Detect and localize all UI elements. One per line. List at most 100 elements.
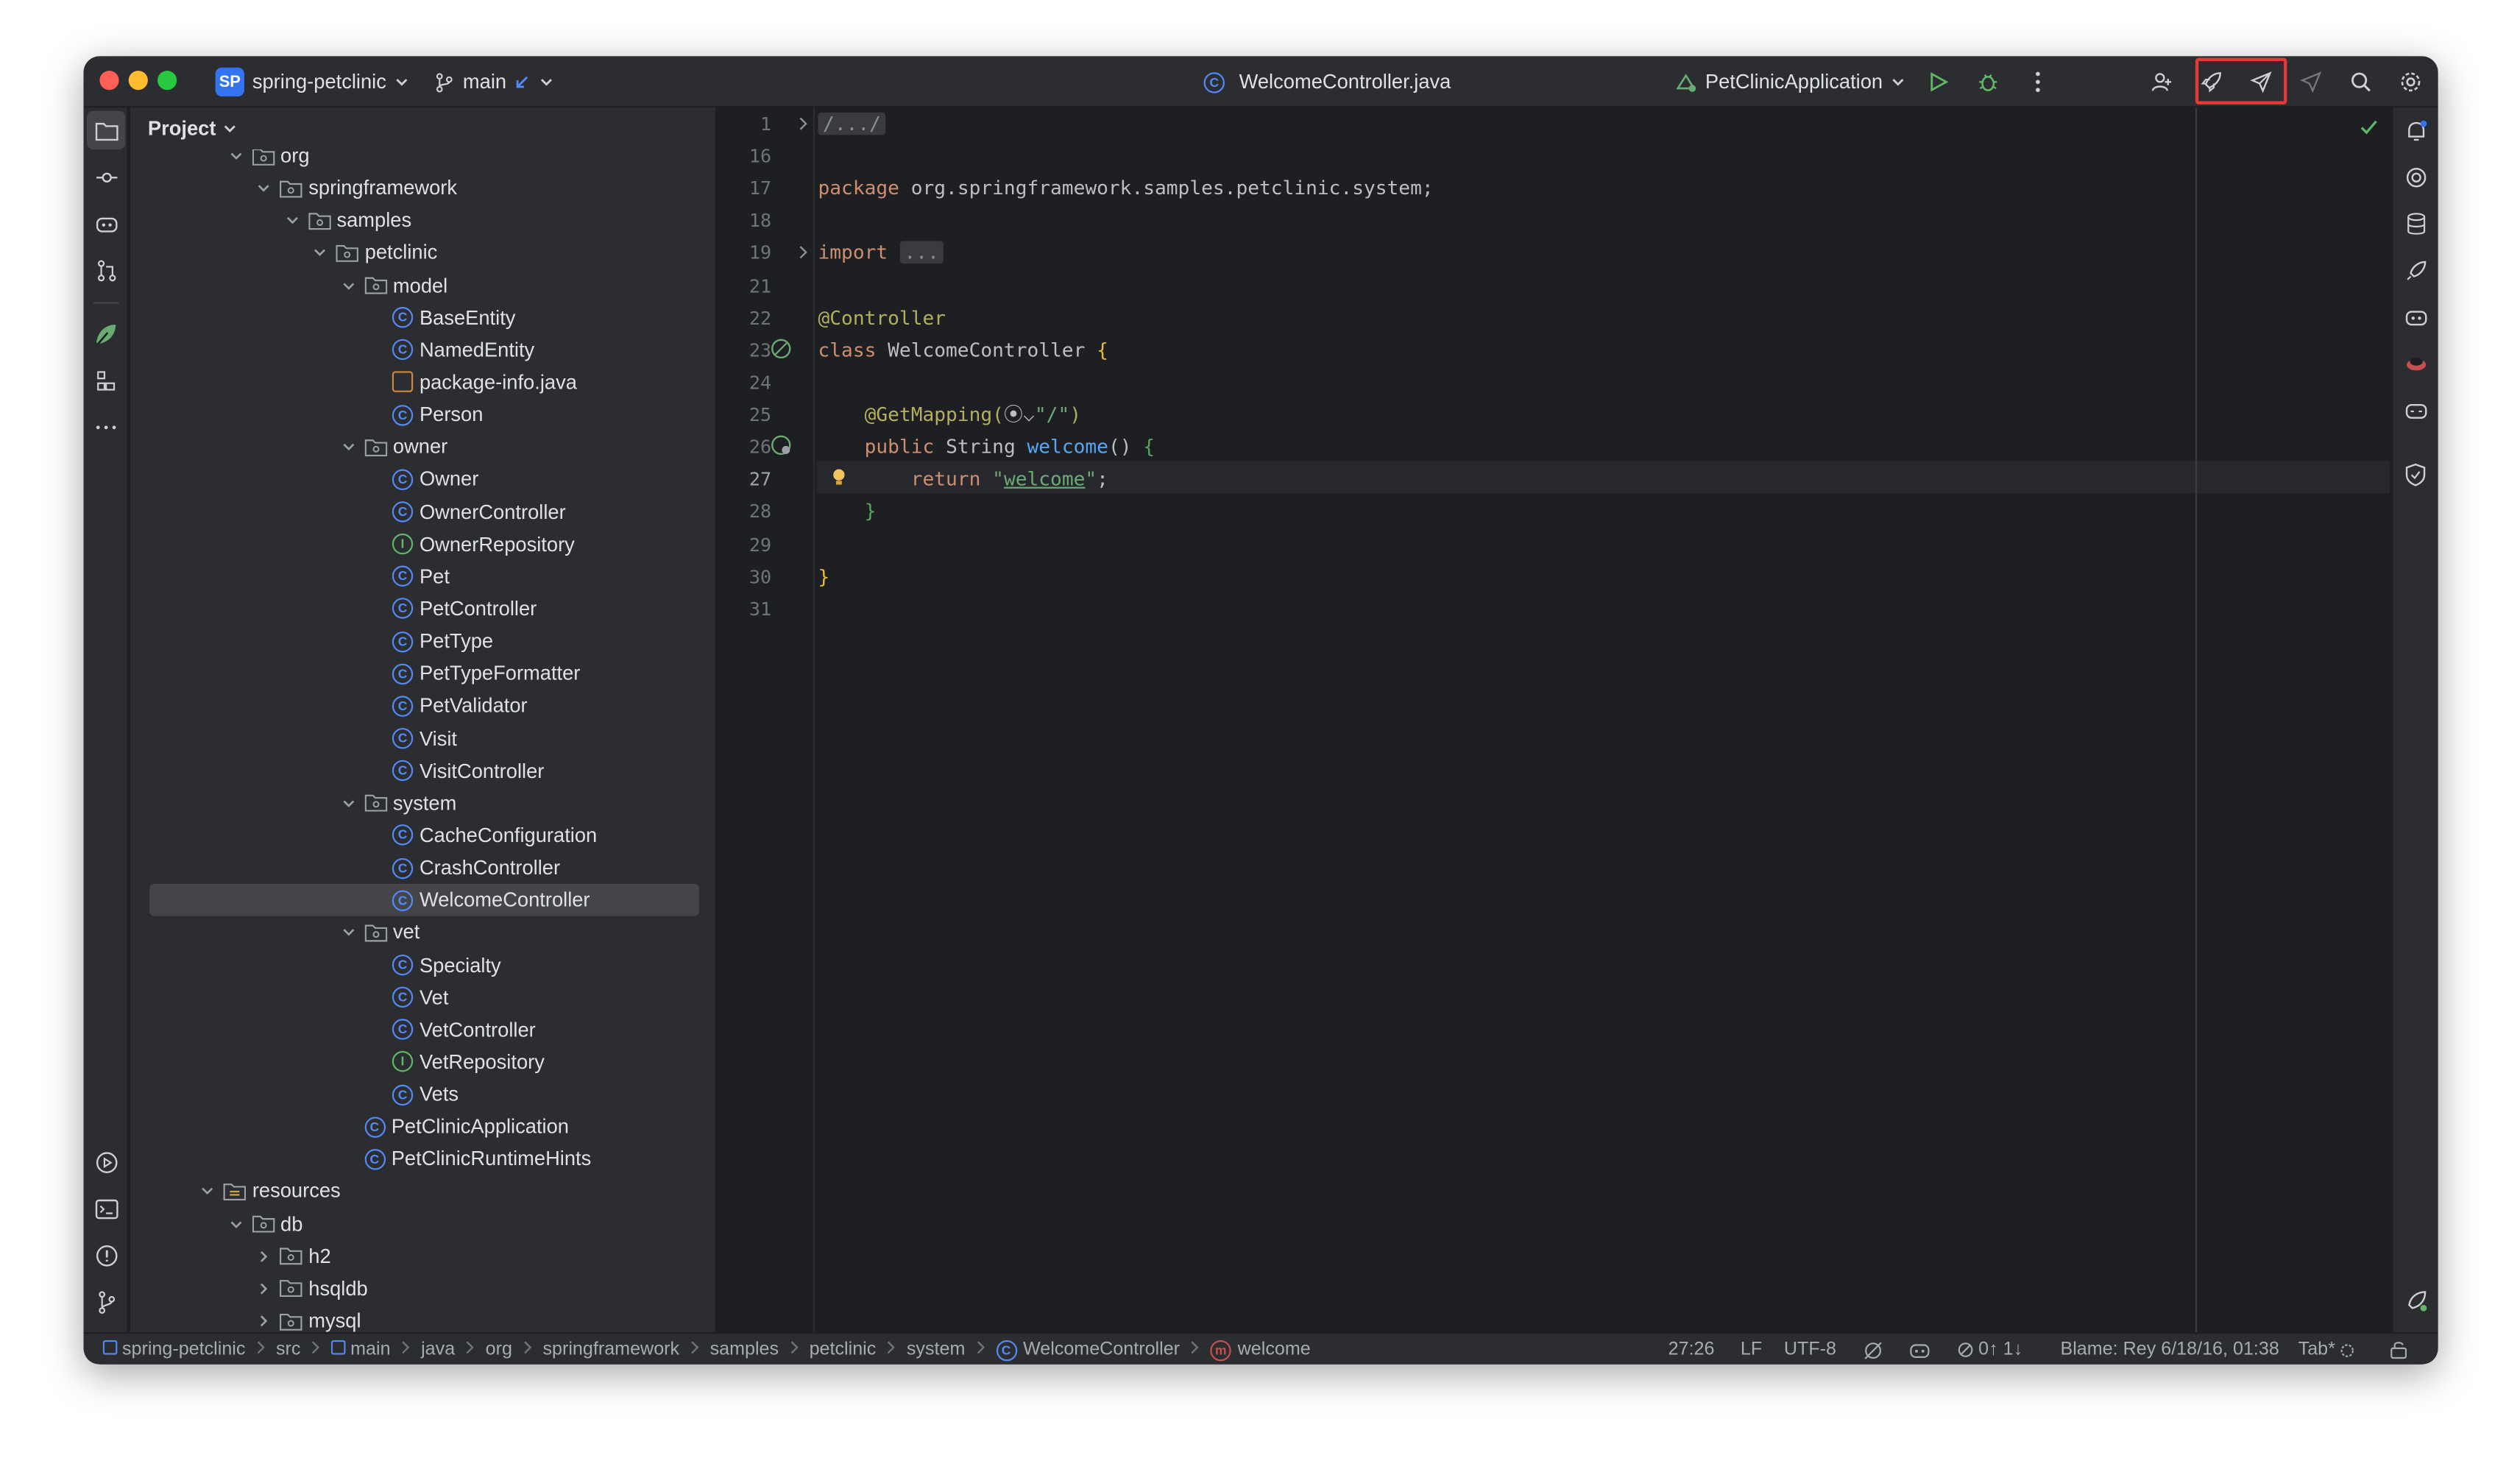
tree-folder[interactable]: petclinic <box>149 237 699 269</box>
pull-requests-tool-button[interactable] <box>87 251 125 289</box>
tree-file[interactable]: I OwnerRepository <box>149 528 699 561</box>
tree-file[interactable]: C Pet <box>149 561 699 593</box>
code-line[interactable]: } <box>818 560 2376 592</box>
code-line[interactable]: package org.springframework.samples.petc… <box>818 172 2376 205</box>
chevron-down-icon[interactable] <box>336 924 359 941</box>
tree-folder[interactable]: springframework <box>149 172 699 205</box>
tree-folder[interactable]: db <box>149 1208 699 1240</box>
database-button[interactable] <box>2396 204 2435 242</box>
caret-position[interactable]: 27:26 <box>1668 1334 1715 1364</box>
run-config-selector[interactable]: PetClinicApplication <box>1674 56 1907 107</box>
tree-folder[interactable]: model <box>149 269 699 302</box>
breadcrumb-item[interactable]: springframework <box>542 1340 679 1359</box>
tree-file[interactable]: C Owner <box>149 464 699 496</box>
tree-file[interactable]: C OwnerController <box>149 496 699 528</box>
breadcrumb-item[interactable]: spring-petclinic <box>122 1340 245 1359</box>
breadcrumb-item[interactable]: java <box>421 1340 455 1359</box>
tree-file[interactable]: C PetClinicRuntimeHints <box>149 1143 699 1175</box>
tree-folder[interactable]: system <box>149 787 699 819</box>
chevron-down-icon[interactable] <box>308 245 331 261</box>
code-line[interactable] <box>818 528 2376 560</box>
breadcrumb[interactable]: spring-petclinic src main java org springfram… <box>102 1334 1311 1364</box>
terminal-tool-button[interactable] <box>87 1189 125 1228</box>
spring-tool-button[interactable] <box>87 315 125 353</box>
code-editor[interactable]: 1 16 17 18 19 21 22 23 24 25 26 27 28 29 30 31 /.../ pac… <box>716 107 2390 1333</box>
code-line[interactable] <box>818 140 2376 172</box>
tree-file[interactable]: C PetController <box>149 593 699 626</box>
deploy-tool-button[interactable] <box>2396 251 2435 289</box>
indent-settings[interactable]: Tab* <box>2298 1334 2357 1364</box>
settings-button[interactable] <box>2391 63 2429 101</box>
code-line[interactable]: class WelcomeController { <box>818 334 2376 367</box>
tree-file[interactable]: C CrashController <box>149 852 699 884</box>
chevron-down-icon[interactable] <box>252 180 275 197</box>
tree-file[interactable]: C PetValidator <box>149 690 699 723</box>
debug-button[interactable] <box>1969 63 2007 101</box>
tree-file[interactable]: C Vets <box>149 1078 699 1111</box>
copilot-button[interactable] <box>2396 391 2435 429</box>
copilot-status[interactable] <box>1909 1334 1930 1364</box>
code-line[interactable] <box>818 269 2376 302</box>
fold-toggle-icon[interactable] <box>793 241 815 264</box>
tree-folder[interactable]: hsqldb <box>149 1273 699 1305</box>
no-problems-check-icon[interactable] <box>2360 117 2379 141</box>
code-line[interactable]: /.../ <box>818 107 2376 140</box>
tree-folder[interactable]: samples <box>149 205 699 237</box>
tree-file[interactable]: C VetController <box>149 1013 699 1046</box>
more-actions-button[interactable] <box>2019 63 2057 101</box>
chevron-right-icon[interactable] <box>252 1281 275 1297</box>
code-line[interactable] <box>818 367 2376 399</box>
tree-folder[interactable]: resources <box>149 1175 699 1208</box>
chevron-down-icon[interactable] <box>336 277 359 294</box>
tree-file[interactable]: C PetTypeFormatter <box>149 658 699 690</box>
readonly-toggle[interactable] <box>2390 1334 2407 1364</box>
search-button[interactable] <box>2342 63 2380 101</box>
chevron-right-icon[interactable] <box>252 1313 275 1329</box>
chevron-down-icon[interactable] <box>336 439 359 456</box>
tree-file[interactable]: C Vet <box>149 981 699 1013</box>
chevron-down-icon[interactable] <box>280 213 303 229</box>
project-tree[interactable]: org springframework samples petclinic model C… <box>130 149 715 1332</box>
problems-tool-button[interactable] <box>87 1236 125 1274</box>
tree-file[interactable]: C PetType <box>149 626 699 658</box>
tree-folder[interactable]: org <box>149 149 699 172</box>
code-line[interactable] <box>818 205 2376 237</box>
code-line[interactable]: return "welcome"; <box>818 464 2376 496</box>
folded-region[interactable]: /.../ <box>818 112 886 135</box>
tree-file[interactable]: C Specialty <box>149 949 699 981</box>
close-window-button[interactable] <box>99 71 119 91</box>
spring-leaf-button[interactable] <box>2396 1281 2435 1319</box>
editor-gutter[interactable]: 1 16 17 18 19 21 22 23 24 25 26 27 28 29 30 31 <box>717 107 845 1333</box>
vcs-sync-status[interactable]: 0↑ 1↓ <box>1958 1334 2022 1364</box>
chevron-down-icon[interactable] <box>336 795 359 811</box>
code-line[interactable]: import ... <box>818 237 2376 269</box>
breadcrumb-item[interactable]: WelcomeController <box>1023 1340 1180 1359</box>
ai-assistant-button[interactable] <box>2396 158 2435 196</box>
more-tools-button[interactable] <box>87 408 125 447</box>
tree-folder[interactable]: mysql <box>149 1305 699 1332</box>
project-selector[interactable]: SP spring-petclinic <box>215 56 411 107</box>
code-with-me-button[interactable] <box>2142 63 2181 101</box>
spring-bean-icon[interactable] <box>770 338 793 361</box>
breadcrumb-item[interactable]: main <box>350 1340 390 1359</box>
ai-status[interactable] <box>1863 1334 1883 1364</box>
tree-file[interactable]: C PetClinicApplication <box>149 1111 699 1143</box>
fold-toggle-icon[interactable] <box>793 113 815 135</box>
tree-folder[interactable]: owner <box>149 431 699 464</box>
code-line[interactable] <box>818 592 2376 625</box>
breadcrumb-item[interactable]: org <box>486 1340 512 1359</box>
tree-file[interactable]: C Person <box>149 399 699 431</box>
tree-file[interactable]: C BaseEntity <box>149 302 699 334</box>
branch-selector[interactable]: main <box>434 56 555 107</box>
breadcrumb-item[interactable]: petclinic <box>810 1340 877 1359</box>
maximize-window-button[interactable] <box>157 71 177 91</box>
tree-folder[interactable]: vet <box>149 916 699 949</box>
chevron-down-icon[interactable] <box>224 149 247 164</box>
folded-region[interactable]: ... <box>899 241 944 265</box>
tree-file[interactable]: C Visit <box>149 722 699 754</box>
minimize-window-button[interactable] <box>128 71 148 91</box>
tree-file[interactable]: C CacheConfiguration <box>149 819 699 852</box>
code-line[interactable]: } <box>818 495 2376 528</box>
request-mapping-icon[interactable] <box>770 434 793 457</box>
tree-file[interactable]: I VetRepository <box>149 1046 699 1078</box>
